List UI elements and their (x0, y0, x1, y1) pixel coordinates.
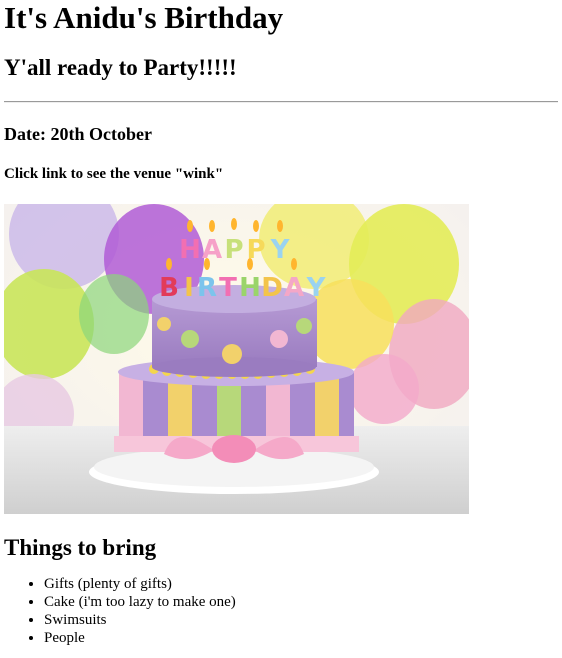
list-item: Gifts (plenty of gifts) (44, 575, 558, 593)
svg-text:A: A (284, 273, 304, 303)
divider (4, 101, 558, 103)
svg-text:P: P (224, 235, 243, 265)
list-item: People (44, 629, 558, 647)
page: It's Anidu's Birthday Y'all ready to Par… (0, 0, 562, 647)
list-item: Swimsuits (44, 611, 558, 629)
svg-text:Y: Y (270, 235, 291, 265)
page-subtitle: Y'all ready to Party!!!!! (4, 55, 237, 80)
svg-text:Y: Y (306, 273, 327, 303)
svg-text:H: H (179, 235, 201, 265)
svg-text:T: T (219, 273, 237, 303)
list-item: Cake (i'm too lazy to make one) (44, 593, 558, 611)
svg-text:R: R (197, 273, 217, 303)
svg-text:D: D (261, 273, 283, 303)
page-title: It's Anidu's Birthday (4, 0, 284, 35)
svg-text:I: I (184, 273, 194, 303)
svg-text:H: H (239, 273, 261, 303)
svg-text:B: B (159, 273, 179, 303)
birthday-cake-image: H A P P Y B I R T H D A Y (4, 204, 469, 514)
things-list: Gifts (plenty of gifts) Cake (i'm too la… (4, 575, 558, 647)
things-to-bring-heading: Things to bring (4, 535, 157, 560)
event-date: Date: 20th October (4, 124, 152, 144)
venue-link[interactable]: Click link to see the venue "wink" (4, 165, 558, 183)
